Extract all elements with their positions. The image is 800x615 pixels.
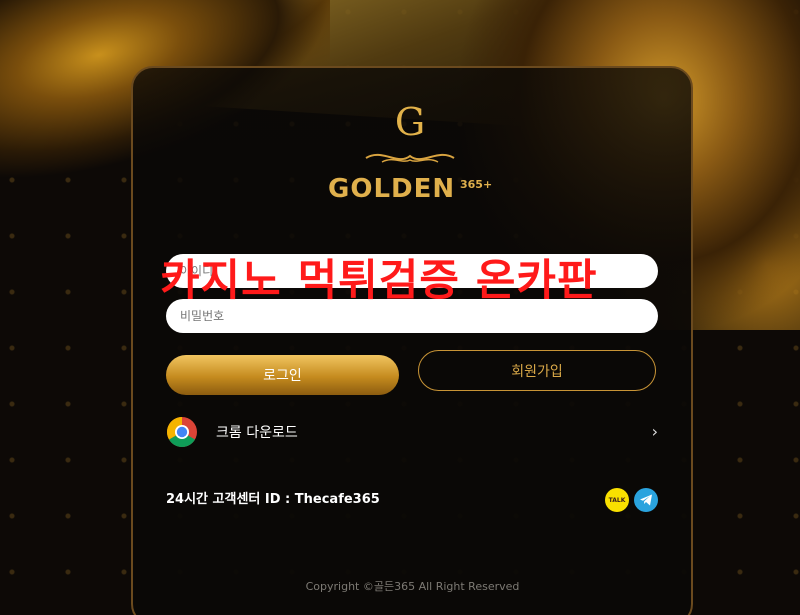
golden365-logo: G GOLDEN 365+ (320, 100, 500, 212)
chevron-right-icon: › (651, 422, 658, 441)
logo-swirl-icon (365, 153, 455, 163)
chrome-download-label: 크롬 다운로드 (216, 425, 298, 441)
support-contact-text: 24시간 고객센터 ID : Thecafe365 (166, 492, 380, 507)
logo-name: GOLDEN (328, 174, 456, 204)
signup-button[interactable]: 회원가입 (418, 350, 656, 391)
telegram-plane-icon (640, 494, 652, 506)
overlay-watermark-text: 카지노 먹튀검증 온카판 (160, 256, 598, 306)
logo-letter: G (394, 100, 426, 144)
telegram-icon[interactable] (634, 488, 658, 512)
chrome-icon (166, 417, 197, 448)
kakaotalk-icon[interactable]: TALK (605, 488, 629, 512)
copyright-text: Copyright ©골든365 All Right Reserved (305, 580, 520, 593)
logo-suffix: 365+ (460, 178, 493, 191)
login-button[interactable]: 로그인 (166, 355, 399, 395)
chrome-download-link[interactable]: 크롬 다운로드 › (166, 416, 662, 448)
